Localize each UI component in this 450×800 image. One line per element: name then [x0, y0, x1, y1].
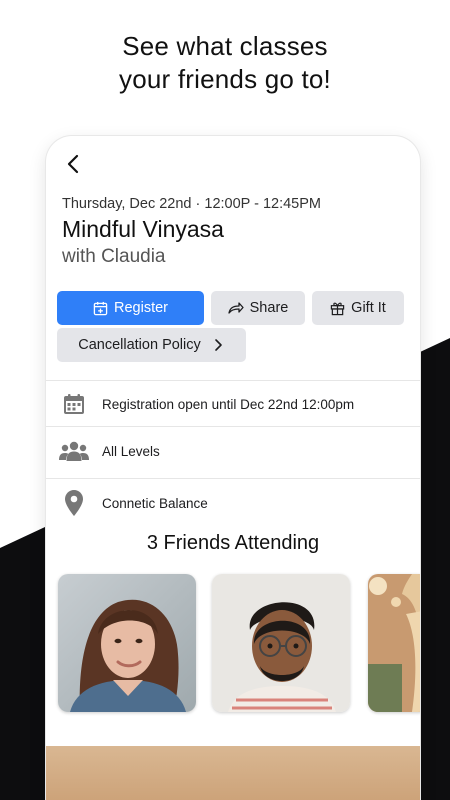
location-row[interactable]: Connetic Balance [46, 480, 420, 526]
friend-avatar-woman [58, 574, 196, 712]
bottom-image-preview [46, 746, 420, 800]
level-text: All Levels [102, 443, 160, 459]
event-datetime: Thursday, Dec 22nd · 12:00P - 12:45PM [62, 196, 321, 212]
event-title: Mindful Vinyasa [62, 216, 224, 242]
gift-label: Gift It [351, 300, 386, 316]
friend-photo-3[interactable] [368, 574, 420, 712]
gift-icon [330, 302, 345, 315]
calendar-plus-icon [93, 301, 108, 315]
friends-attending-title: 3 Friends Attending [146, 532, 320, 554]
promo-line-2: your friends go to! [119, 64, 331, 94]
cancellation-policy-button[interactable]: Cancellation Policy [57, 328, 246, 362]
share-arrow-icon [227, 302, 244, 314]
chevron-left-icon [67, 154, 79, 174]
register-label: Register [114, 300, 168, 316]
group-icon [59, 441, 89, 461]
share-button[interactable]: Share [211, 291, 305, 325]
registration-text: Registration open until Dec 22nd 12:00pm [102, 396, 355, 412]
friend-avatar-man [212, 574, 350, 712]
divider [46, 426, 420, 427]
friend-photo-2[interactable] [212, 574, 350, 712]
chevron-right-icon [214, 339, 222, 351]
promo-headline: See what classes your friends go to! [0, 30, 450, 96]
level-row: All Levels [46, 428, 420, 474]
calendar-icon [64, 394, 84, 414]
event-instructor: with Claudia [62, 246, 166, 267]
promo-line-1: See what classes [122, 31, 328, 61]
divider [46, 478, 420, 479]
friend-photo-1[interactable] [58, 574, 196, 712]
back-button[interactable] [62, 152, 86, 176]
registration-row: Registration open until Dec 22nd 12:00pm [46, 381, 420, 427]
friend-avatar-partial [368, 574, 420, 712]
register-button[interactable]: Register [57, 291, 204, 325]
phone-screen: Thursday, Dec 22nd · 12:00P - 12:45PM Mi… [46, 136, 420, 800]
location-text: Connetic Balance [102, 495, 208, 511]
cancellation-policy-label: Cancellation Policy [78, 337, 201, 353]
location-pin-icon [65, 490, 83, 516]
share-label: Share [249, 300, 289, 316]
gift-button[interactable]: Gift It [312, 291, 404, 325]
